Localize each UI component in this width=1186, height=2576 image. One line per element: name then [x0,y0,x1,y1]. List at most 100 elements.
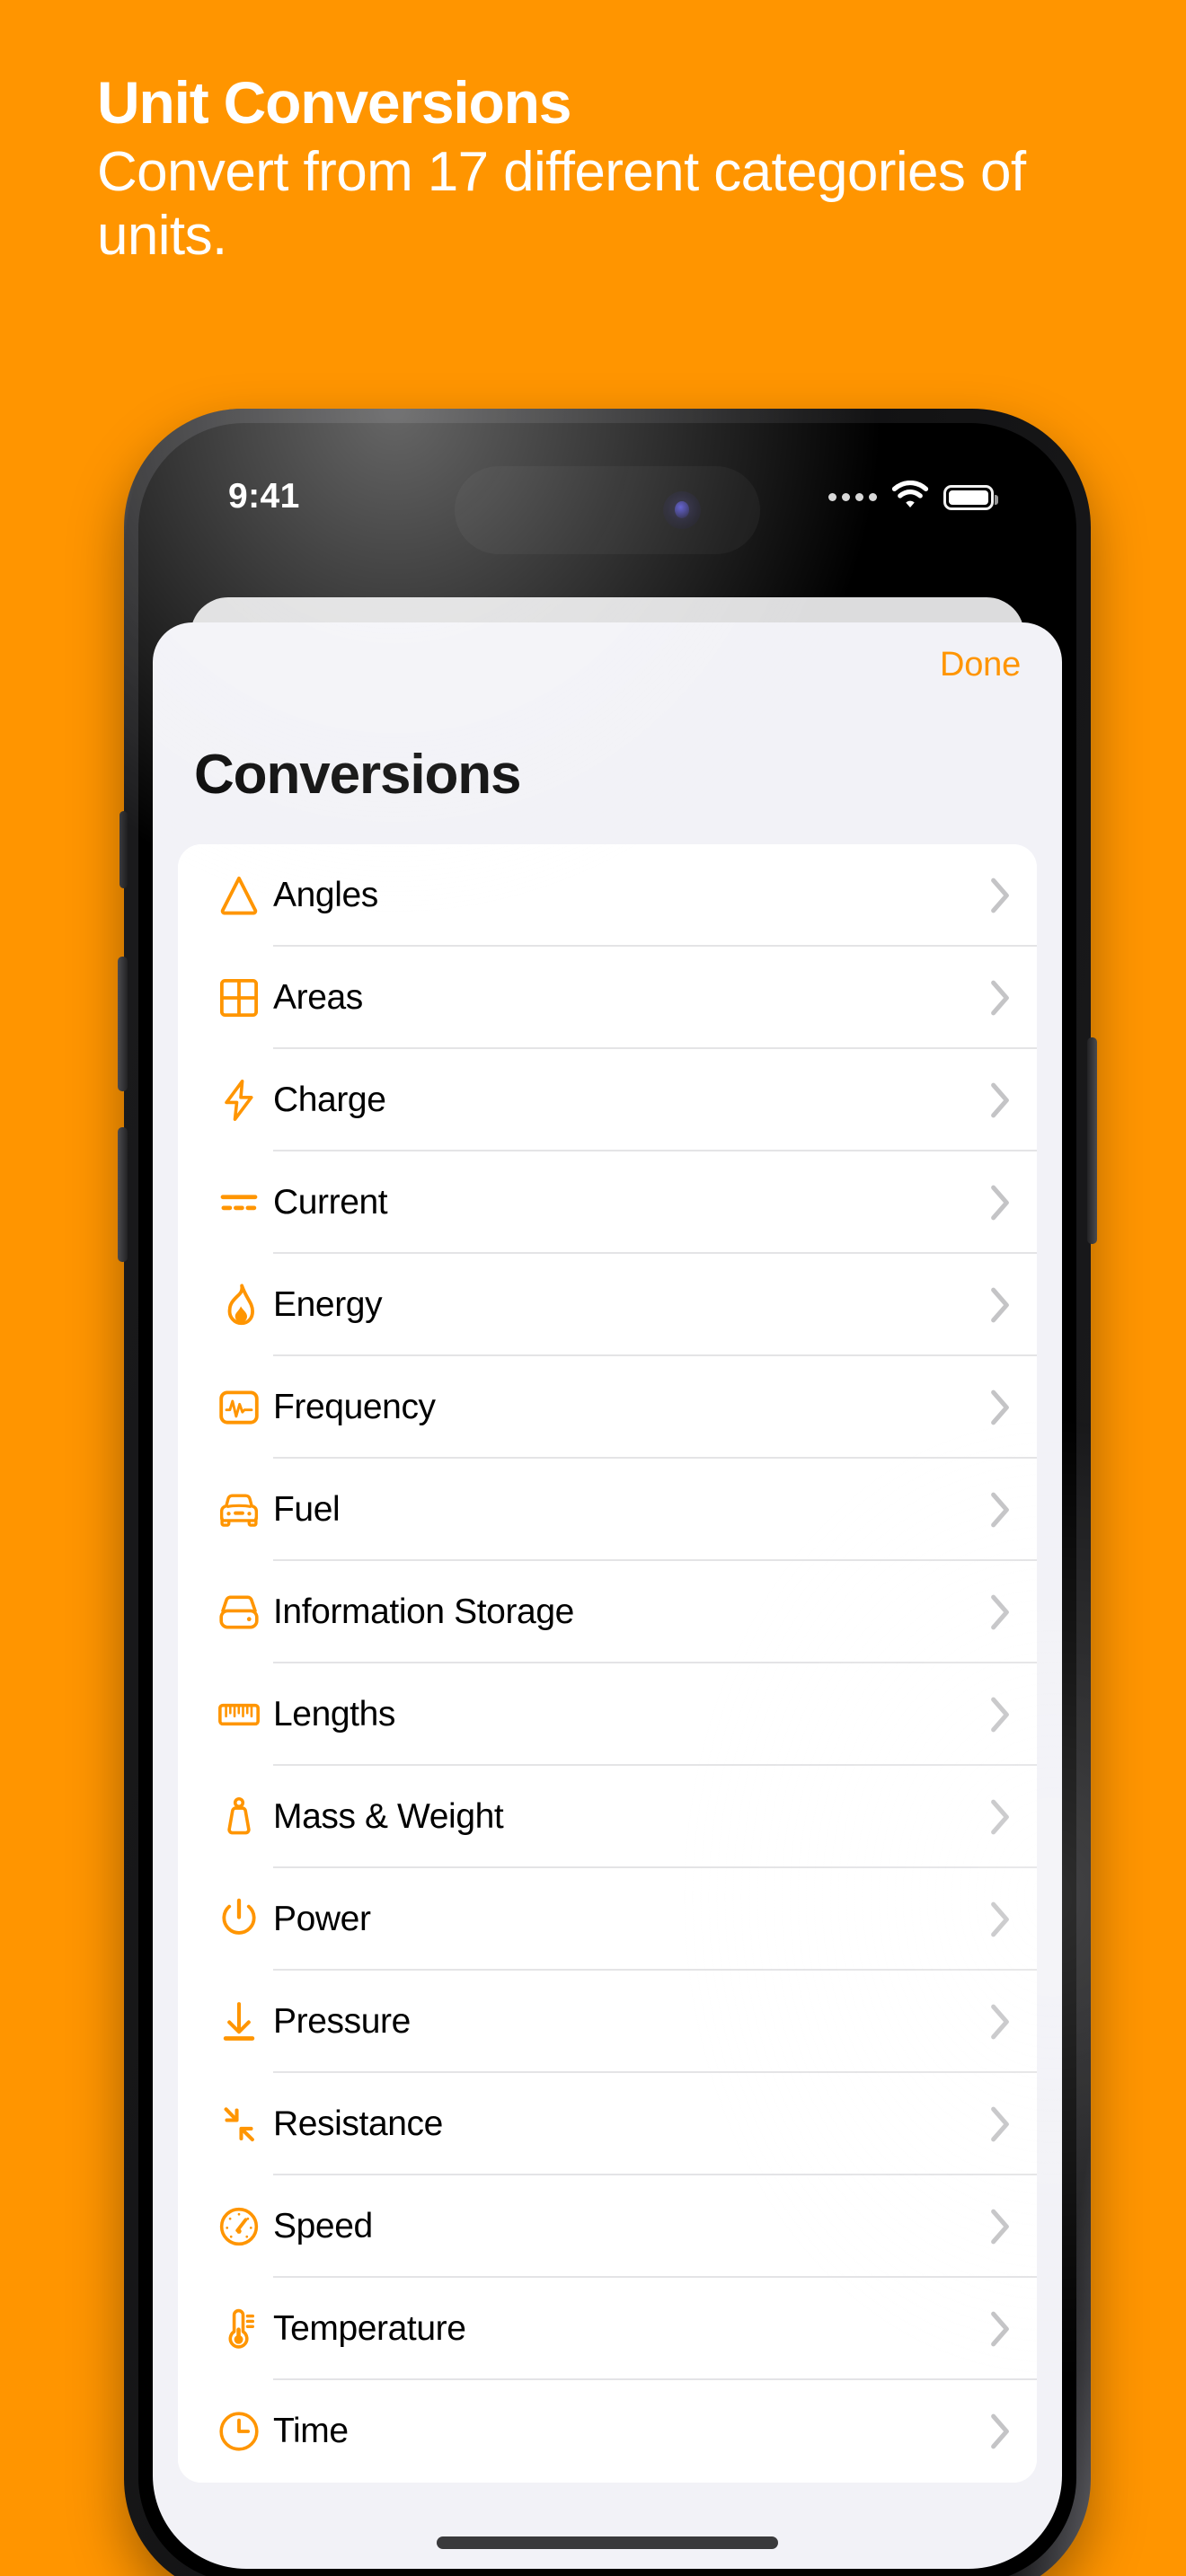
status-bar: 9:41 [153,437,1062,556]
chevron-right-icon [988,1184,1012,1222]
chevron-right-icon [988,1901,1012,1938]
list-item-body: Speed [273,2175,1037,2278]
dc-current-icon [205,1178,273,1227]
list-item[interactable]: Charge [178,1049,1037,1151]
list-item-body: Current [273,1151,1037,1254]
list-item[interactable]: Lengths [178,1663,1037,1766]
list-item-label: Power [273,1900,371,1938]
chevron-right-icon [988,2413,1012,2450]
list-item-body: Resistance [273,2073,1037,2175]
list-item-body: Charge [273,1049,1037,1151]
iphone-device-mockup: 9:41 Done Conversions Angles Areas Charg… [118,409,1097,2576]
list-item[interactable]: Areas [178,947,1037,1049]
list-item-label: Charge [273,1081,386,1119]
list-item[interactable]: Energy [178,1254,1037,1356]
power-icon [205,1895,273,1944]
list-item-label: Pressure [273,2002,411,2041]
list-item[interactable]: Frequency [178,1356,1037,1459]
device-screen: 9:41 Done Conversions Angles Areas Charg… [153,437,1062,2569]
list-item-body: Fuel [273,1459,1037,1561]
list-item-label: Areas [273,978,363,1017]
list-item-body: Angles [273,844,1037,947]
list-item-label: Speed [273,2207,373,2245]
list-item-label: Lengths [273,1695,395,1734]
speedometer-icon [205,2202,273,2251]
thermometer-icon [205,2305,273,2353]
list-item-label: Angles [273,876,378,914]
done-button[interactable]: Done [940,646,1021,684]
list-item-body: Lengths [273,1663,1037,1766]
list-item-body: Temperature [273,2278,1037,2380]
chevron-right-icon [988,2208,1012,2245]
list-item[interactable]: Angles [178,844,1037,947]
marketing-header: Unit Conversions Convert from 17 differe… [97,69,1121,269]
list-item-body: Time [273,2380,1037,2483]
list-item-label: Information Storage [273,1592,574,1631]
list-item[interactable]: Mass & Weight [178,1766,1037,1868]
dynamic-island [455,466,760,554]
marketing-title: Unit Conversions [97,69,571,136]
triangle-icon [205,871,273,920]
list-item-body: Information Storage [273,1561,1037,1663]
conversion-categories-list: Angles Areas Charge Current Energy Frequency F… [178,844,1037,2483]
list-item-body: Energy [273,1254,1037,1356]
status-bar-time: 9:41 [228,477,300,516]
sheet-navigation-bar: Done [153,622,1062,709]
list-item-label: Current [273,1183,388,1222]
ruler-icon [205,1690,273,1739]
list-item-label: Resistance [273,2104,443,2143]
conversions-sheet: Done Conversions Angles Areas Charge Curren… [153,622,1062,2569]
arrow-down-to-line-icon [205,1998,273,2046]
external-drive-icon [205,1588,273,1636]
power-button[interactable] [1087,1037,1097,1244]
action-button[interactable] [119,811,128,888]
list-item[interactable]: Time [178,2380,1037,2483]
scale-weight-icon [205,1793,273,1841]
marketing-subtitle: Convert from 17 different categories of … [97,140,1026,268]
car-icon [205,1486,273,1534]
list-item-label: Mass & Weight [273,1797,504,1836]
list-item-body: Mass & Weight [273,1766,1037,1868]
chevron-right-icon [988,877,1012,914]
battery-icon [943,484,998,510]
list-item-body: Areas [273,947,1037,1049]
grid-square-icon [205,974,273,1022]
list-item-label: Frequency [273,1388,436,1426]
page-title: Conversions [194,744,522,806]
chevron-right-icon [988,2003,1012,2041]
front-camera-icon [663,491,701,529]
chevron-right-icon [988,2310,1012,2348]
list-item-label: Fuel [273,1490,341,1529]
home-indicator[interactable] [437,2536,778,2549]
volume-up-button[interactable] [118,957,128,1091]
list-item[interactable]: Information Storage [178,1561,1037,1663]
chevron-right-icon [988,1389,1012,1426]
list-item-label: Temperature [273,2309,466,2348]
chevron-right-icon [988,1593,1012,1631]
list-item[interactable]: Fuel [178,1459,1037,1561]
flame-icon [205,1281,273,1329]
arrows-converge-icon [205,2100,273,2148]
list-item[interactable]: Current [178,1151,1037,1254]
chevron-right-icon [988,979,1012,1017]
cellular-signal-icon [828,493,877,501]
clock-icon [205,2407,273,2456]
list-item[interactable]: Power [178,1868,1037,1971]
list-item[interactable]: Temperature [178,2278,1037,2380]
wifi-icon [891,480,929,514]
list-item-body: Power [273,1868,1037,1971]
waveform-icon [205,1383,273,1432]
chevron-right-icon [988,1696,1012,1734]
list-item-label: Energy [273,1285,383,1324]
list-item[interactable]: Resistance [178,2073,1037,2175]
list-item[interactable]: Pressure [178,1971,1037,2073]
chevron-right-icon [988,2105,1012,2143]
status-bar-indicators [828,480,998,514]
list-item[interactable]: Speed [178,2175,1037,2278]
chevron-right-icon [988,1491,1012,1529]
volume-down-button[interactable] [118,1127,128,1262]
chevron-right-icon [988,1081,1012,1119]
bolt-icon [205,1076,273,1125]
list-item-body: Pressure [273,1971,1037,2073]
list-item-label: Time [273,2412,349,2450]
